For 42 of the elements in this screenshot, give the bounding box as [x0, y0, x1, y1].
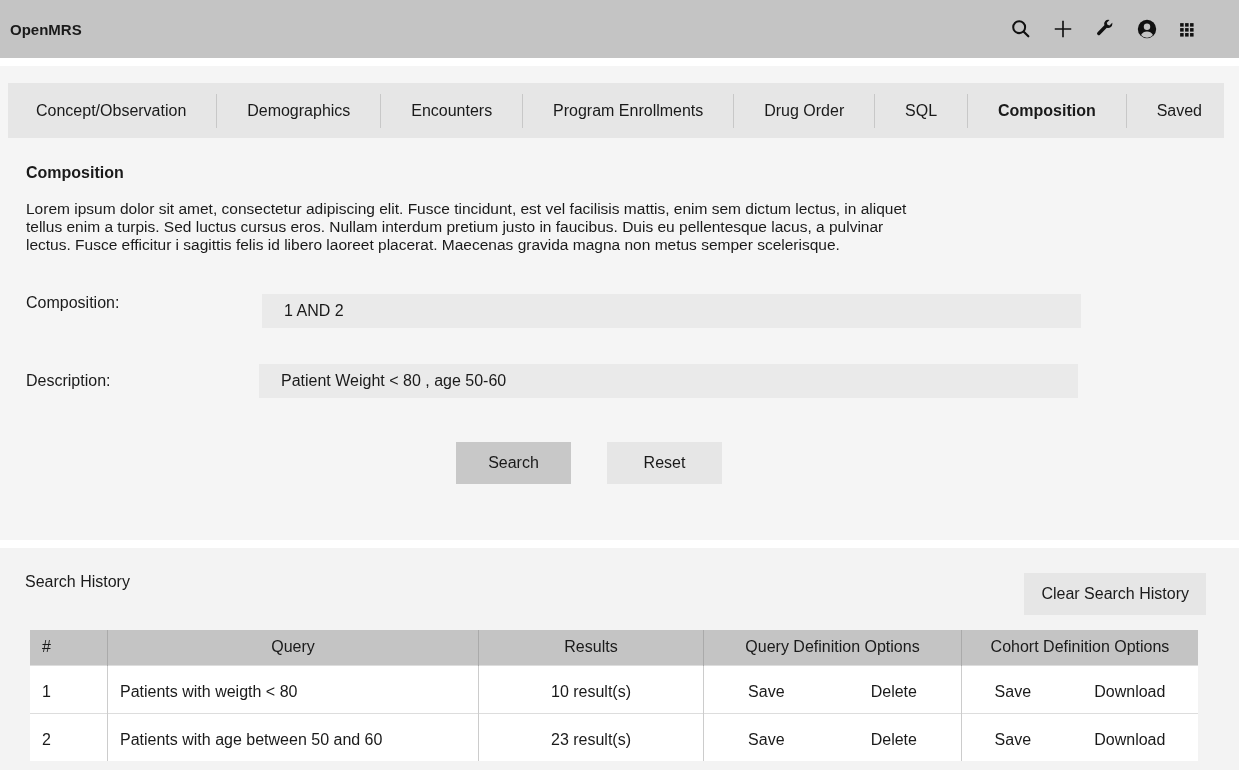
tab[interactable]: Saved — [1148, 101, 1210, 120]
column-header: Results — [478, 630, 704, 665]
section-description: Lorem ipsum dolor sit amet, consectetur adipiscing elit. Fusce tincidunt, est vel facilisis mattis, enim sem dictum lectus, in aliquet tellus enim a turpis. Sed luctus cursus eros. Nullam interdum pretium justo in faucibus. Duis eu pellentesque lacus, a pulvinar lectus. Fusce efficitur i sagittis felis id libero laoreet placerat. Maecenas gravida magna non metus semper scelerisque. — [26, 200, 908, 254]
input-field[interactable]: 1 AND 2 — [262, 294, 1081, 328]
section-heading: Composition — [26, 164, 125, 182]
field-label: Composition: — [26, 294, 121, 312]
field-label: Description: — [26, 372, 112, 390]
form-button[interactable]: Search — [456, 442, 571, 484]
tab[interactable]: Concept/Observation — [28, 101, 195, 120]
account-icon[interactable] — [1136, 18, 1158, 40]
tab[interactable]: Composition — [990, 101, 1104, 120]
app-title: OpenMRS — [10, 20, 82, 38]
history-title: Search History — [25, 573, 130, 591]
column-header: # — [30, 630, 108, 665]
table-cell: 1 — [30, 665, 108, 713]
tab[interactable]: SQL — [897, 101, 946, 120]
table-cell: Patients with age between 50 and 60 — [107, 713, 479, 761]
form-button[interactable]: Reset — [607, 442, 722, 484]
clear-history-button[interactable]: Clear Search History — [1024, 573, 1206, 615]
action-link[interactable]: Download — [1094, 730, 1166, 749]
action-link[interactable]: Save — [994, 730, 1032, 749]
table-cell: 2 — [30, 713, 108, 761]
search-icon[interactable] — [1010, 18, 1032, 40]
table-cell: 23 result(s) — [478, 713, 704, 761]
table-cell: 10 result(s) — [478, 665, 704, 713]
input-field[interactable]: Patient Weight < 80 , age 50-60 — [259, 364, 1078, 398]
column-header: Query Definition Options — [703, 630, 962, 665]
action-link[interactable]: Delete — [870, 730, 917, 749]
table-cell: Patients with weigth < 80 — [107, 665, 479, 713]
action-link[interactable]: Download — [1094, 682, 1166, 701]
column-header: Cohort Definition Options — [961, 630, 1198, 665]
action-link[interactable]: Save — [994, 682, 1032, 701]
tab[interactable]: Program Enrollments — [545, 101, 712, 120]
action-link[interactable]: Delete — [870, 682, 917, 701]
tab[interactable]: Drug Order — [756, 101, 853, 120]
apps-icon[interactable] — [1178, 20, 1195, 38]
column-header: Query — [107, 630, 479, 665]
tab[interactable]: Demographics — [239, 101, 359, 120]
tab[interactable]: Encounters — [403, 101, 501, 120]
action-link[interactable]: Save — [748, 730, 785, 749]
add-icon[interactable] — [1052, 18, 1074, 40]
action-link[interactable]: Save — [748, 682, 785, 701]
